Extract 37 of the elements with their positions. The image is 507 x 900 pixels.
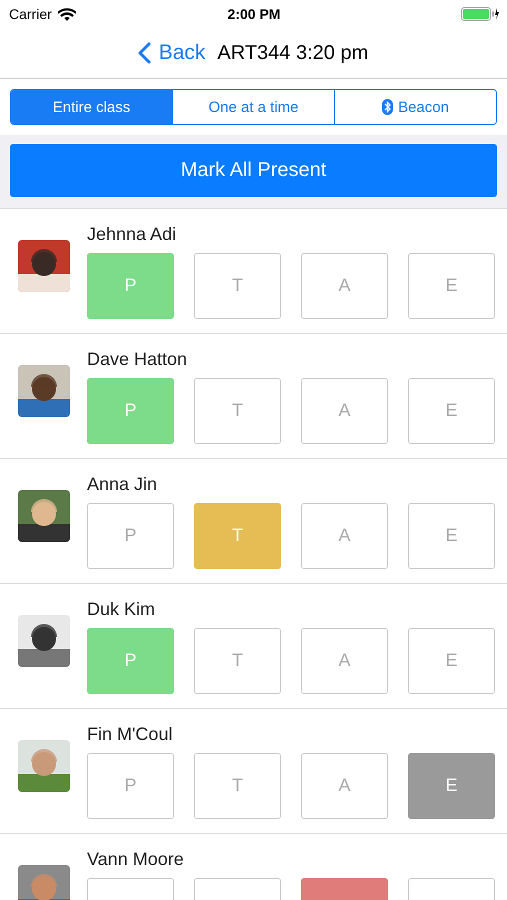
attendance-option[interactable]: P	[87, 752, 174, 818]
attendance-option[interactable]: A	[301, 378, 388, 444]
student-name: Dave Hatton	[87, 348, 188, 370]
attendance-option[interactable]: A	[301, 752, 388, 818]
attendance-option[interactable]: E	[408, 378, 495, 444]
attendance-option[interactable]: T	[194, 252, 281, 318]
clock-label: 2:00 PM	[228, 6, 280, 22]
battery-icon	[461, 7, 500, 21]
attendance-option[interactable]: A	[301, 502, 388, 568]
attendance-option[interactable]: E	[408, 252, 495, 318]
attendance-option[interactable]: A	[301, 628, 388, 694]
student-name: Fin M'Coul	[87, 724, 174, 744]
attendance-option[interactable]: E	[408, 502, 495, 568]
attendance-option[interactable]: T	[194, 752, 281, 818]
attendance-option[interactable]: T	[194, 628, 281, 694]
student-name: Vann Moore	[87, 848, 185, 870]
screen-title: ART344 3:20 pm	[217, 42, 368, 64]
carrier-label: Carrier	[9, 6, 52, 22]
wifi-icon	[58, 8, 76, 20]
segment-tab[interactable]: Beacon	[334, 90, 496, 124]
back-chevron-icon	[138, 42, 151, 64]
attendance-option[interactable]: E	[408, 752, 495, 818]
attendance-option[interactable]: P	[87, 502, 174, 568]
attendance-option[interactable]: T	[194, 502, 281, 568]
attendance-option[interactable]: E	[408, 628, 495, 694]
segment-tab[interactable]: Entire class	[11, 90, 172, 124]
student-name: Duk Kim	[87, 598, 156, 620]
attendance-option[interactable]: P	[87, 628, 174, 694]
attendance-option[interactable]: A	[301, 252, 388, 318]
attendance-option[interactable]: P	[87, 378, 174, 444]
student-name: Anna Jin	[87, 474, 158, 494]
mark-all-present-button[interactable]: Mark All Present	[10, 144, 497, 197]
bluetooth-icon	[382, 99, 394, 115]
student-name: Jehnna Adi	[87, 224, 178, 244]
attendance-option[interactable]: P	[87, 252, 174, 318]
back-button[interactable]: Back	[138, 41, 206, 65]
attendance-option[interactable]: T	[194, 378, 281, 444]
